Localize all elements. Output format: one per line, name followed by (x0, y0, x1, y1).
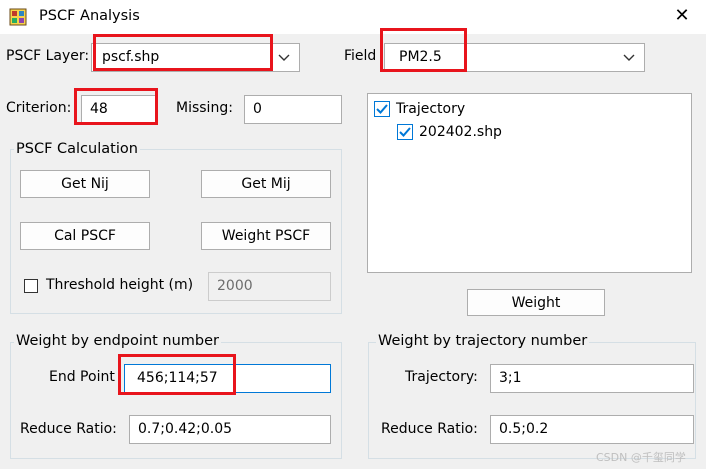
pscf-calculation-title: PSCF Calculation (14, 141, 140, 157)
threshold-height-value: 2000 (217, 278, 253, 294)
app-icon (9, 8, 27, 26)
highlight-endpoint-box (118, 354, 236, 395)
missing-label: Missing: (176, 100, 233, 116)
threshold-height-checkbox[interactable] (24, 279, 38, 293)
tree-item-file[interactable]: 202402.shp (419, 124, 502, 140)
trajectory-count-value: 3;1 (499, 370, 522, 386)
checkbox-icon[interactable] (397, 124, 413, 140)
endpoint-weight-title: Weight by endpoint number (14, 333, 222, 349)
get-mij-button[interactable]: Get Mij (201, 170, 331, 198)
missing-value: 0 (253, 101, 262, 117)
endpoint-reduce-ratio-value: 0.7;0.42;0.05 (138, 421, 233, 437)
endpoint-reduce-ratio-label: Reduce Ratio: (20, 421, 117, 437)
weight-pscf-button[interactable]: Weight PSCF (201, 222, 331, 250)
weight-button[interactable]: Weight (467, 289, 605, 316)
field-label: Field (344, 48, 377, 64)
highlight-field-box (380, 28, 467, 72)
cal-pscf-button[interactable]: Cal PSCF (20, 222, 150, 250)
trajectory-reduce-ratio-label: Reduce Ratio: (381, 421, 478, 437)
chevron-down-icon (278, 54, 290, 61)
endpoint-reduce-ratio-input[interactable]: 0.7;0.42;0.05 (129, 415, 331, 444)
get-nij-button[interactable]: Get Nij (20, 170, 150, 198)
watermark: CSDN @千玺同学 (596, 451, 686, 464)
end-point-label: End Point (49, 369, 115, 385)
trajectory-tree[interactable]: Trajectory 202402.shp (367, 93, 692, 273)
trajectory-reduce-ratio-value: 0.5;0.2 (499, 421, 549, 437)
threshold-height-label: Threshold height (m) (46, 277, 194, 293)
chevron-down-icon (623, 54, 635, 61)
highlight-criterion-box (74, 88, 158, 125)
trajectory-count-input[interactable]: 3;1 (490, 364, 694, 393)
missing-input[interactable]: 0 (244, 95, 342, 124)
criterion-label: Criterion: (6, 100, 72, 116)
checkbox-icon[interactable] (374, 101, 390, 117)
tree-item-trajectory[interactable]: Trajectory (396, 101, 465, 117)
trajectory-reduce-ratio-input[interactable]: 0.5;0.2 (490, 415, 694, 444)
threshold-height-input: 2000 (208, 272, 331, 301)
pscf-layer-label: PSCF Layer: (6, 48, 90, 64)
trajectory-weight-title: Weight by trajectory number (376, 333, 590, 349)
highlight-layer-box (93, 34, 273, 71)
window-title: PSCF Analysis (39, 8, 140, 24)
close-icon[interactable]: ✕ (672, 6, 692, 26)
trajectory-count-label: Trajectory: (405, 369, 478, 385)
